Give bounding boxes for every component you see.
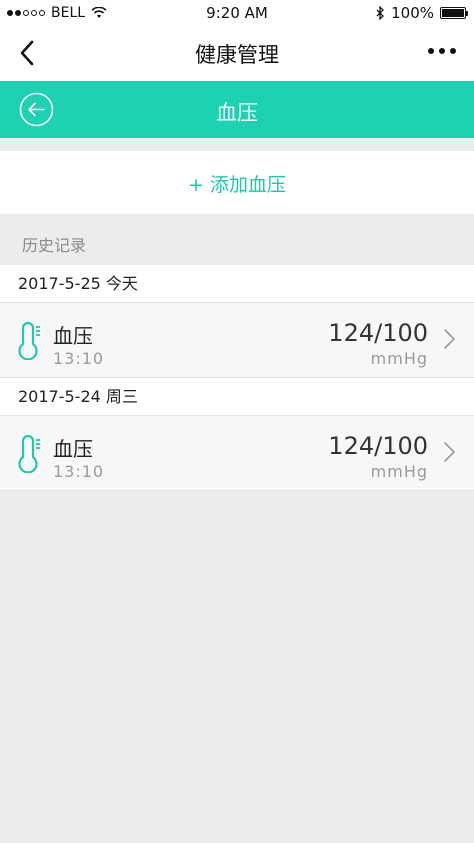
- section-header: 血压: [0, 81, 474, 138]
- record-row[interactable]: 血压 13:10 124/100 mmHg: [0, 303, 474, 378]
- chevron-left-icon[interactable]: [14, 38, 42, 68]
- record-unit: mmHg: [370, 462, 428, 481]
- date-header: 2017-5-24 周三: [0, 378, 474, 416]
- history-label: 历史记录: [22, 236, 87, 255]
- battery-icon: [440, 7, 468, 19]
- status-right: 100%: [376, 4, 468, 22]
- thermometer-icon: [18, 322, 40, 360]
- thermometer-icon: [18, 435, 40, 473]
- status-bar: BELL 9:20 AM 100%: [0, 0, 474, 26]
- record-time: 13:10: [53, 462, 105, 481]
- battery-percent: 100%: [391, 4, 434, 22]
- date-header: 2017-5-25 今天: [0, 265, 474, 303]
- record-unit: mmHg: [370, 349, 428, 368]
- record-name: 血压: [53, 437, 93, 461]
- record-name: 血压: [53, 324, 93, 348]
- record-value: 124/100: [328, 432, 428, 460]
- section-title: 血压: [216, 101, 258, 125]
- add-blood-pressure-button[interactable]: + 添加血压: [0, 170, 474, 197]
- add-section: + 添加血压: [0, 151, 474, 214]
- more-dots-icon[interactable]: [428, 48, 456, 54]
- page-title: 健康管理: [195, 43, 279, 67]
- record-time: 13:10: [53, 349, 105, 368]
- record-value: 124/100: [328, 319, 428, 347]
- bluetooth-icon: [376, 6, 385, 20]
- record-row[interactable]: 血压 13:10 124/100 mmHg: [0, 416, 474, 491]
- nav-bar: 健康管理: [0, 26, 474, 81]
- chevron-right-icon: [444, 329, 455, 349]
- chevron-right-icon: [444, 442, 455, 462]
- circle-arrow-left-icon[interactable]: [19, 92, 54, 127]
